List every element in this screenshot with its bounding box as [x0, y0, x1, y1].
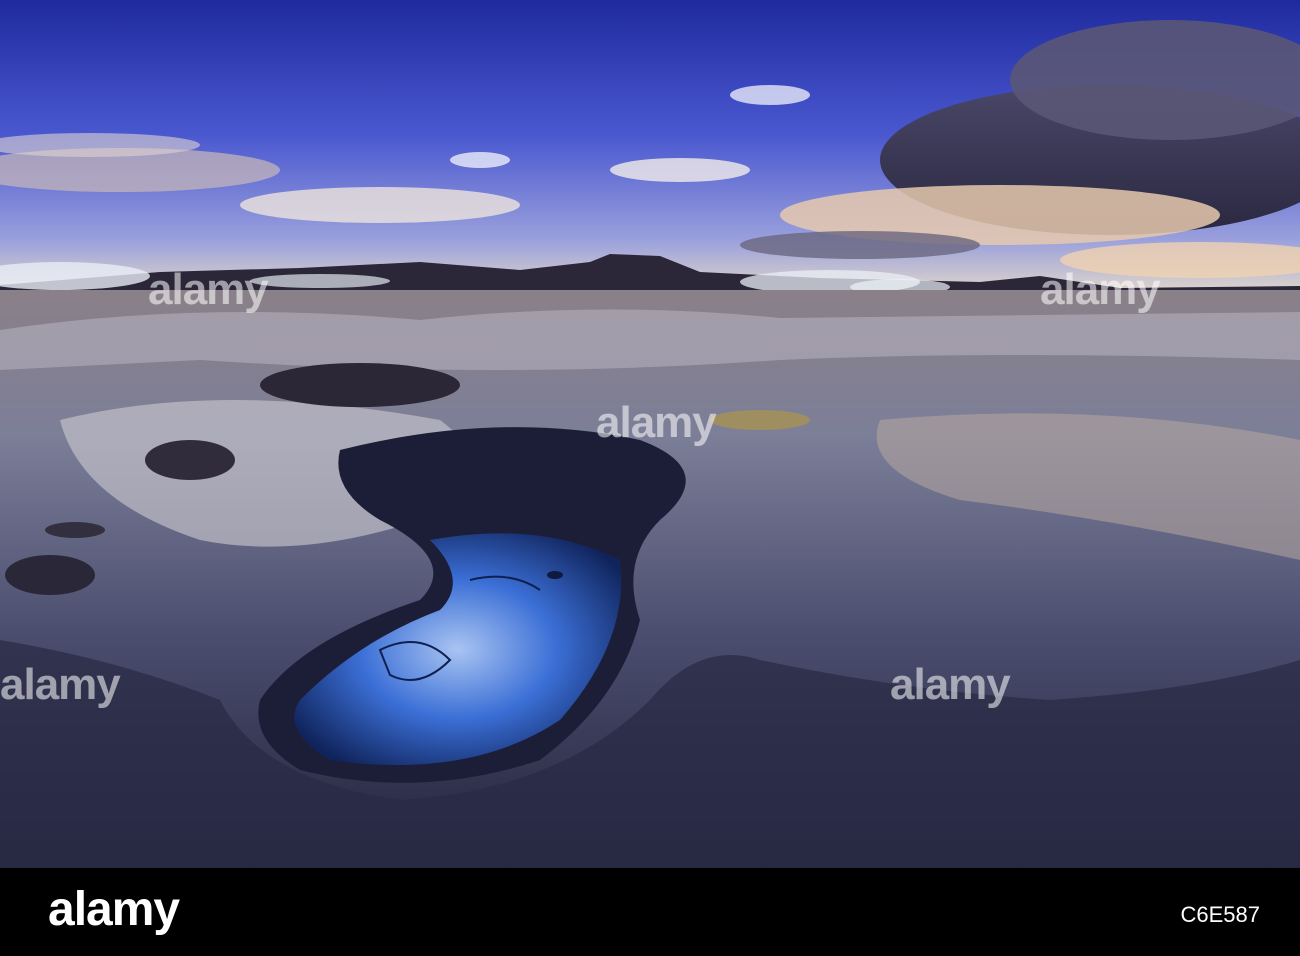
- landscape-illustration: [0, 0, 1300, 868]
- alamy-logo: alamy: [48, 883, 180, 936]
- stock-photo: alamy alamy alamy alamy alamy alamy C6E5…: [0, 0, 1300, 956]
- geothermal-landscape-photo: alamy alamy alamy alamy alamy: [0, 0, 1300, 868]
- stock-footer-bar: alamy C6E587: [0, 868, 1300, 956]
- image-code: C6E587: [1180, 902, 1260, 927]
